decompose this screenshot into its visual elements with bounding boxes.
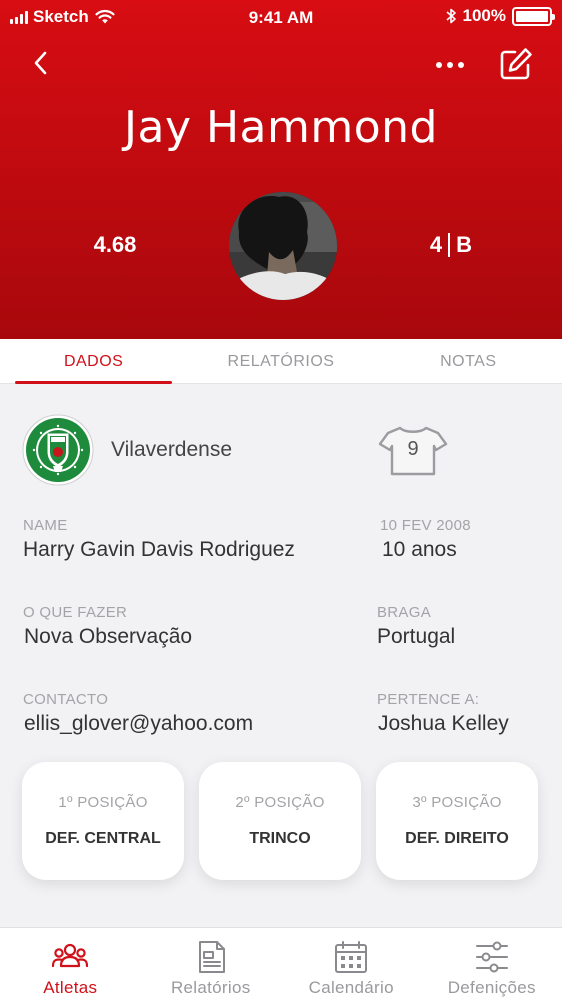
- profile-header: Sketch 9:41 AM 100% Jay Hammond 4.68 4 B: [0, 0, 562, 339]
- name-label: NAME: [23, 517, 68, 534]
- more-dot-icon: [458, 62, 464, 68]
- club-badge-logo: [22, 414, 94, 486]
- more-dot-icon: [447, 62, 453, 68]
- nav-atletas[interactable]: Atletas: [0, 928, 141, 1000]
- position-value: TRINCO: [249, 830, 311, 847]
- level-letter: B: [456, 232, 473, 257]
- birth-date-label: 10 FEV 2008: [380, 517, 471, 534]
- contact-label: CONTACTO: [23, 691, 109, 708]
- tab-notas[interactable]: NOTAS: [375, 339, 562, 383]
- position-card-2[interactable]: 2º POSIÇÃO TRINCO: [199, 762, 361, 880]
- name-value: Harry Gavin Davis Rodriguez: [23, 538, 295, 561]
- club-name: Vilaverdense: [111, 438, 233, 461]
- tab-dados[interactable]: DADOS: [0, 339, 187, 384]
- nav-label: Defenições: [447, 978, 536, 997]
- avatar-photo: [229, 192, 337, 300]
- positions-row: 1º POSIÇÃO DEF. CENTRAL 2º POSIÇÃO TRINC…: [22, 762, 540, 880]
- position-value: DEF. DIREITO: [405, 830, 509, 847]
- tab-relatorios[interactable]: RELATÓRIOS: [187, 339, 374, 383]
- todo-value[interactable]: Nova Observação: [24, 625, 192, 649]
- athlete-rating: 4.68: [93, 232, 137, 257]
- athlete-level: 4 B: [406, 232, 496, 258]
- status-bar: Sketch 9:41 AM 100%: [0, 0, 562, 34]
- contact-email[interactable]: ellis_glover@yahoo.com: [24, 712, 253, 736]
- level-divider: [448, 233, 451, 257]
- battery-icon: [512, 6, 555, 26]
- country-value: Portugal: [377, 625, 456, 648]
- position-value: DEF. CENTRAL: [45, 830, 161, 847]
- position-card-3[interactable]: 3º POSIÇÃO DEF. DIREITO: [376, 762, 538, 880]
- nav-calendario[interactable]: Calendário: [281, 928, 422, 1000]
- owner-value: Joshua Kelley: [378, 712, 509, 735]
- more-options-button[interactable]: [430, 50, 470, 80]
- profile-tabs: DADOS RELATÓRIOS NOTAS: [0, 339, 562, 384]
- back-button[interactable]: [24, 46, 56, 80]
- sliders-icon: [475, 941, 508, 973]
- nav-label: Atletas: [43, 978, 98, 997]
- nav-relatorios[interactable]: Relatórios: [141, 928, 282, 1000]
- position-title: 2º POSIÇÃO: [235, 794, 325, 811]
- owner-label: PERTENCE A:: [377, 691, 480, 708]
- edit-icon[interactable]: [496, 44, 536, 84]
- calendar-icon: [335, 941, 368, 973]
- battery-percent: 100%: [462, 6, 506, 25]
- position-title: 1º POSIÇÃO: [58, 794, 148, 811]
- todo-label: O QUE FAZER: [23, 604, 128, 621]
- avatar: [229, 192, 337, 300]
- bottom-nav: Atletas Relatórios Calendário Defenições: [0, 927, 562, 1000]
- region-label: BRAGA: [377, 604, 432, 621]
- chevron-left-icon: [34, 51, 47, 75]
- nav-label: Calendário: [308, 978, 394, 997]
- bluetooth-icon: [445, 8, 456, 24]
- position-card-1[interactable]: 1º POSIÇÃO DEF. CENTRAL: [22, 762, 184, 880]
- athlete-name: Jay Hammond: [124, 102, 438, 153]
- level-number: 4: [429, 232, 443, 257]
- nav-defenicoes[interactable]: Defenições: [422, 928, 562, 1000]
- age-value: 10 anos: [382, 538, 457, 561]
- more-dot-icon: [436, 62, 442, 68]
- document-icon: [198, 941, 225, 973]
- position-title: 3º POSIÇÃO: [412, 794, 502, 811]
- nav-label: Relatórios: [170, 978, 251, 997]
- status-right: 100%: [445, 6, 555, 26]
- shirt-number: 9: [407, 438, 419, 460]
- users-icon: [52, 943, 89, 968]
